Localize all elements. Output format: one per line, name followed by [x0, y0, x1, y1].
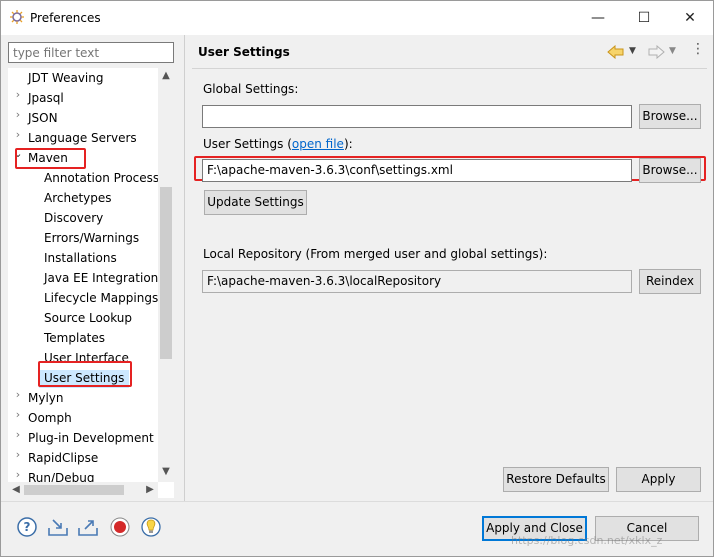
tree-item-jdt-weaving[interactable]: JDT Weaving: [28, 68, 103, 88]
local-repository-label: Local Repository (From merged user and g…: [203, 247, 548, 261]
tree-horizontal-scrollbar[interactable]: ◀ ▶: [8, 482, 158, 498]
user-settings-label: User Settings (open file):: [203, 137, 353, 151]
title-bar: Preferences — ☐ ✕: [1, 1, 713, 35]
help-icon[interactable]: ?: [16, 516, 38, 538]
filter-input[interactable]: [8, 42, 174, 63]
open-file-link[interactable]: open file: [292, 137, 344, 151]
tree-item-mylyn[interactable]: Mylyn: [28, 388, 64, 408]
tree-item-source-lookup[interactable]: Source Lookup: [44, 308, 132, 328]
scroll-left-icon[interactable]: ◀: [8, 484, 24, 495]
tree-item-jpasql[interactable]: Jpasql: [28, 88, 64, 108]
tree-item-templates[interactable]: Templates: [44, 328, 105, 348]
scroll-thumb[interactable]: [160, 187, 172, 359]
local-repository-field: F:\apache-maven-3.6.3\localRepository: [202, 270, 632, 293]
lightbulb-icon[interactable]: [140, 516, 162, 538]
global-settings-label: Global Settings:: [203, 82, 299, 96]
record-icon[interactable]: [109, 516, 131, 538]
close-window-button[interactable]: ✕: [667, 1, 713, 35]
svg-text:?: ?: [24, 520, 31, 534]
scroll-up-icon[interactable]: ▲: [158, 70, 174, 81]
tree-item-java-ee-integration[interactable]: Java EE Integration: [44, 268, 158, 288]
user-browse-button[interactable]: Browse...: [639, 158, 701, 183]
scroll-down-icon[interactable]: ▼: [158, 466, 174, 477]
tree-item-errors-warnings[interactable]: Errors/Warnings: [44, 228, 139, 248]
back-dropdown-icon[interactable]: ▼: [629, 46, 636, 56]
tree-item-plugin-development[interactable]: Plug-in Development: [28, 428, 154, 448]
user-settings-label-prefix: User Settings (: [203, 137, 292, 151]
user-settings-input[interactable]: F:\apache-maven-3.6.3\conf\settings.xml: [202, 159, 632, 182]
global-browse-button[interactable]: Browse...: [639, 104, 701, 129]
expand-chevron-icon[interactable]: ›: [13, 448, 23, 468]
tree-item-discovery[interactable]: Discovery: [44, 208, 103, 228]
preferences-dialog: Preferences — ☐ ✕ JDT Weaving › Jpasql ›…: [0, 0, 714, 557]
tree-item-rapidclipse[interactable]: RapidClipse: [28, 448, 98, 468]
tree-item-lifecycle-mappings[interactable]: Lifecycle Mappings: [44, 288, 158, 308]
minimize-button[interactable]: —: [575, 1, 621, 35]
user-settings-highlight-box: [38, 361, 132, 387]
reindex-button[interactable]: Reindex: [639, 269, 701, 294]
back-arrow-icon[interactable]: [607, 45, 625, 59]
window-title: Preferences: [30, 11, 101, 25]
pane-splitter[interactable]: [184, 35, 185, 501]
update-settings-button[interactable]: Update Settings: [204, 190, 307, 215]
tree-item-installations[interactable]: Installations: [44, 248, 117, 268]
forward-dropdown-icon[interactable]: ▼: [669, 46, 676, 56]
global-settings-input[interactable]: [202, 105, 632, 128]
export-icon[interactable]: [77, 516, 99, 538]
expand-chevron-icon[interactable]: ›: [13, 388, 23, 408]
maximize-button[interactable]: ☐: [621, 1, 667, 35]
expand-chevron-icon[interactable]: ›: [13, 108, 23, 128]
tree-item-annotation-processing[interactable]: Annotation Process: [44, 168, 159, 188]
tree-item-language-servers[interactable]: Language Servers: [28, 128, 137, 148]
expand-chevron-icon[interactable]: ›: [13, 128, 23, 148]
view-menu-icon[interactable]: ⋮: [691, 41, 705, 57]
tree-item-archetypes[interactable]: Archetypes: [44, 188, 112, 208]
page-title: User Settings: [198, 45, 290, 59]
footer-separator: [1, 501, 713, 502]
preference-tree: JDT Weaving › Jpasql › JSON › Language S…: [8, 68, 174, 498]
import-icon[interactable]: [47, 516, 69, 538]
watermark: https://blog.csdn.net/xklx_z: [511, 534, 663, 547]
apply-button[interactable]: Apply: [616, 467, 701, 492]
scroll-thumb[interactable]: [24, 485, 124, 495]
restore-defaults-button[interactable]: Restore Defaults: [503, 467, 609, 492]
forward-arrow-icon[interactable]: [647, 45, 665, 59]
user-settings-label-suffix: ):: [343, 137, 353, 151]
expand-chevron-icon[interactable]: ›: [13, 428, 23, 448]
tree-item-oomph[interactable]: Oomph: [28, 408, 72, 428]
tree-item-json[interactable]: JSON: [28, 108, 58, 128]
expand-chevron-icon[interactable]: ›: [13, 88, 23, 108]
scroll-right-icon[interactable]: ▶: [142, 484, 158, 495]
tree-vertical-scrollbar[interactable]: ▲ ▼: [158, 68, 174, 482]
eclipse-app-icon: [10, 10, 24, 24]
maven-highlight-box: [15, 148, 86, 169]
expand-chevron-icon[interactable]: ›: [13, 408, 23, 428]
title-separator: [192, 68, 707, 69]
